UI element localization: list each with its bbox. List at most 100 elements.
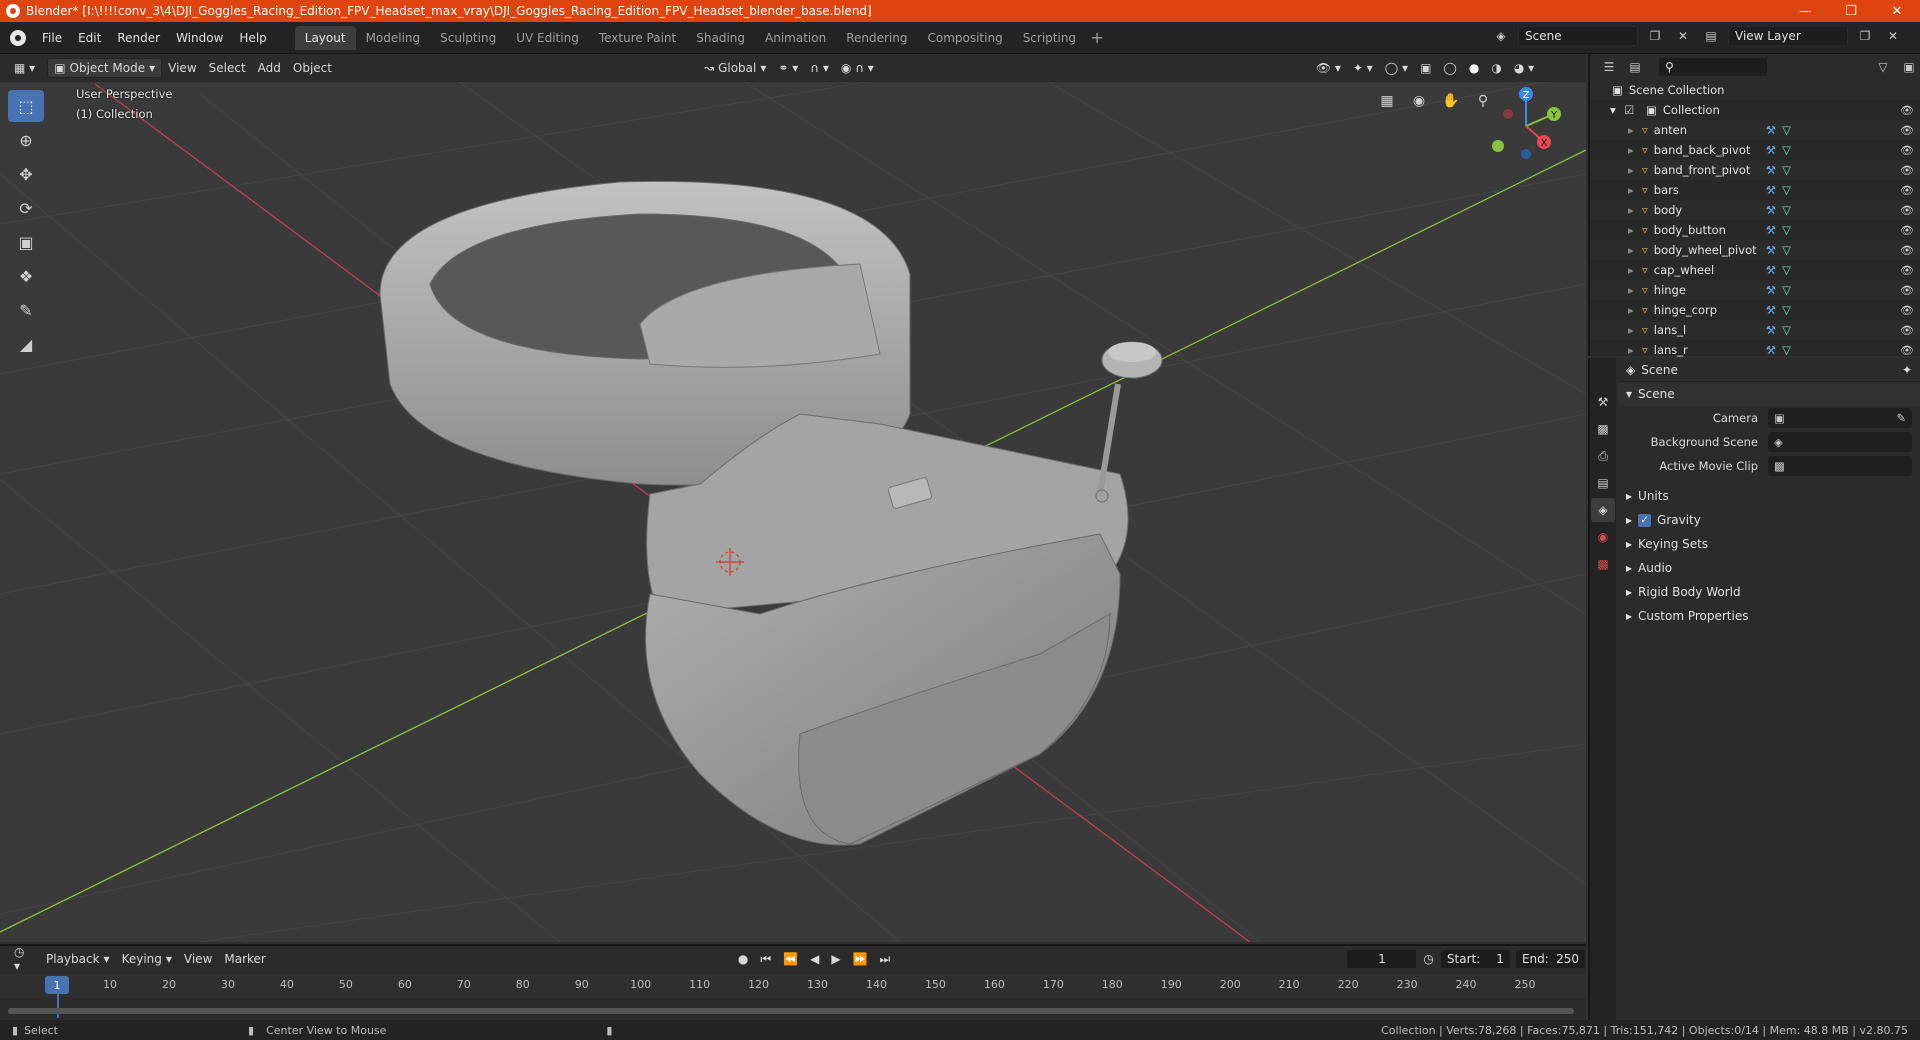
custom-properties-panel-header[interactable]: ▸ Custom Properties xyxy=(1618,604,1920,628)
snap-icon[interactable]: ∩ ▾ xyxy=(804,58,835,78)
start-frame-field[interactable]: Start: 1 xyxy=(1439,949,1511,969)
add-workspace-icon[interactable]: + xyxy=(1086,26,1108,50)
modifier-icon[interactable]: ⚒ xyxy=(1766,343,1776,357)
tool-tab-icon[interactable]: ⚒ xyxy=(1591,390,1615,414)
display-mode-icon[interactable]: ▤ xyxy=(1624,57,1646,77)
timeline-scrollbar[interactable] xyxy=(8,1008,1574,1014)
play-icon[interactable]: ▶ xyxy=(825,949,846,969)
restore-icon[interactable]: ❐ xyxy=(1828,0,1874,22)
material-shading-icon[interactable]: ◑ xyxy=(1485,58,1507,78)
viewport-menu-object[interactable]: Object xyxy=(287,58,338,78)
3d-viewport[interactable]: ▦ ▾ ▣ Object Mode ▾ View Select Add Objec… xyxy=(0,54,1586,942)
eye-icon[interactable]: 👁 xyxy=(1900,164,1914,177)
goggles-model[interactable] xyxy=(379,180,1163,846)
units-panel-header[interactable]: ▸ Units xyxy=(1618,484,1920,508)
delete-scene-icon[interactable]: ✕ xyxy=(1672,26,1694,46)
expand-arrow-icon[interactable]: ▸ xyxy=(1628,323,1642,337)
gravity-checkbox[interactable]: ✓ xyxy=(1638,513,1652,527)
texture-tab-icon[interactable]: ▩ xyxy=(1591,552,1615,576)
end-frame-field[interactable]: End: 250 xyxy=(1514,949,1586,969)
outliner-object-row[interactable]: ▸ ▿ bars ⚒ ▽ 👁 xyxy=(1590,180,1920,200)
mesh-data-icon[interactable]: ▽ xyxy=(1782,123,1791,137)
outliner-object-row[interactable]: ▸ ▿ hinge ⚒ ▽ 👁 xyxy=(1590,280,1920,300)
modifier-icon[interactable]: ⚒ xyxy=(1766,203,1776,217)
new-collection-icon[interactable]: ▣ xyxy=(1898,57,1920,77)
outliner-object-row[interactable]: ▸ ▿ anten ⚒ ▽ 👁 xyxy=(1590,120,1920,140)
eye-icon[interactable]: 👁 xyxy=(1900,204,1914,217)
output-tab-icon[interactable]: ⎙ xyxy=(1591,444,1615,468)
pivot-point-icon[interactable]: ⚭ ▾ xyxy=(772,58,804,78)
playhead-line[interactable] xyxy=(57,994,59,1018)
modifier-icon[interactable]: ⚒ xyxy=(1766,323,1776,337)
eye-icon[interactable]: 👁 xyxy=(1900,244,1914,257)
mesh-data-icon[interactable]: ▽ xyxy=(1782,303,1791,317)
eye-icon[interactable]: 👁 xyxy=(1900,304,1914,317)
checkbox-icon[interactable]: ☑ xyxy=(1624,103,1640,117)
view-layer-icon[interactable]: ▤ xyxy=(1700,26,1722,46)
scene-icon[interactable]: ◈ xyxy=(1490,26,1512,46)
expand-arrow-icon[interactable]: ▸ xyxy=(1628,243,1642,257)
expand-arrow-icon[interactable]: ▸ xyxy=(1628,183,1642,197)
expand-arrow-icon[interactable]: ▸ xyxy=(1628,203,1642,217)
modifier-icon[interactable]: ⚒ xyxy=(1766,223,1776,237)
annotate-tool-icon[interactable]: ✎ xyxy=(8,294,44,326)
record-icon[interactable]: ● xyxy=(732,949,754,969)
outliner-object-row[interactable]: ▸ ▿ lans_r ⚒ ▽ 👁 xyxy=(1590,340,1920,360)
eye-icon[interactable]: 👁 xyxy=(1900,224,1914,237)
tab-shading[interactable]: Shading xyxy=(686,26,755,50)
wireframe-shading-icon[interactable]: ◯ xyxy=(1437,58,1462,78)
viewport-menu-add[interactable]: Add xyxy=(252,58,287,78)
jump-start-icon[interactable]: ⏮ xyxy=(754,949,777,969)
timeline-editor-type-icon[interactable]: ◷ ▾ xyxy=(8,945,40,973)
timeline-menu-playback[interactable]: Playback ▾ xyxy=(40,949,116,969)
mesh-data-icon[interactable]: ▽ xyxy=(1782,263,1791,277)
navigation-gizmo[interactable]: Z Y X xyxy=(1486,84,1566,164)
eye-icon[interactable]: 👁 xyxy=(1900,144,1914,157)
scene-collection-row[interactable]: ▣ Scene Collection xyxy=(1590,80,1920,100)
modifier-icon[interactable]: ⚒ xyxy=(1766,263,1776,277)
menu-edit[interactable]: Edit xyxy=(70,27,109,49)
outliner-object-row[interactable]: ▸ ▿ hinge_corp ⚒ ▽ 👁 xyxy=(1590,300,1920,320)
modifier-icon[interactable]: ⚒ xyxy=(1766,123,1776,137)
viewport-menu-select[interactable]: Select xyxy=(203,58,252,78)
view-layer-tab-icon[interactable]: ▤ xyxy=(1591,471,1615,495)
blender-menu-icon[interactable] xyxy=(10,29,26,46)
modifier-icon[interactable]: ⚒ xyxy=(1766,183,1776,197)
eye-icon[interactable]: 👁 xyxy=(1900,324,1914,337)
view-layer-field[interactable]: View Layer xyxy=(1728,26,1848,46)
timeline-menu-view[interactable]: View xyxy=(178,949,218,969)
expand-arrow-icon[interactable]: ▸ xyxy=(1628,283,1642,297)
eyedropper-icon[interactable]: ✎ xyxy=(1896,411,1906,425)
transform-orientation[interactable]: ↝ Global ▾ xyxy=(698,58,772,78)
scale-tool-icon[interactable]: ▣ xyxy=(8,226,44,258)
filter-icon[interactable]: ▽ xyxy=(1872,57,1894,77)
outliner-object-row[interactable]: ▸ ▿ body_button ⚒ ▽ 👁 xyxy=(1590,220,1920,240)
expand-arrow-icon[interactable]: ▸ xyxy=(1628,123,1642,137)
play-reverse-icon[interactable]: ◀ xyxy=(804,949,825,969)
current-frame-field[interactable]: 1 xyxy=(1346,949,1418,969)
scene-field[interactable]: Scene xyxy=(1518,26,1638,46)
mesh-data-icon[interactable]: ▽ xyxy=(1782,243,1791,257)
mesh-data-icon[interactable]: ▽ xyxy=(1782,223,1791,237)
mesh-data-icon[interactable]: ▽ xyxy=(1782,143,1791,157)
pin-icon[interactable]: ✦ xyxy=(1902,363,1912,377)
close-icon[interactable]: ✕ xyxy=(1874,0,1920,22)
expand-arrow-icon[interactable]: ▸ xyxy=(1628,223,1642,237)
viewport-menu-view[interactable]: View xyxy=(162,58,202,78)
rendered-shading-icon[interactable]: ◕ ▾ xyxy=(1508,58,1540,78)
camera-view-icon[interactable]: ◉ xyxy=(1406,88,1432,114)
mesh-data-icon[interactable]: ▽ xyxy=(1782,343,1791,357)
gravity-panel-header[interactable]: ▸ ✓ Gravity xyxy=(1618,508,1920,532)
tab-uv-editing[interactable]: UV Editing xyxy=(506,26,589,50)
camera-field[interactable]: ▣ ✎ xyxy=(1768,408,1912,428)
current-frame-marker[interactable]: 1 xyxy=(45,976,69,994)
new-view-layer-icon[interactable]: ❐ xyxy=(1854,26,1876,46)
background-scene-field[interactable]: ◈ xyxy=(1768,432,1912,452)
mesh-data-icon[interactable]: ▽ xyxy=(1782,323,1791,337)
timeline-menu-keying[interactable]: Keying ▾ xyxy=(116,949,178,969)
tab-compositing[interactable]: Compositing xyxy=(917,26,1012,50)
cursor-tool-icon[interactable]: ⊕ xyxy=(8,124,44,156)
modifier-icon[interactable]: ⚒ xyxy=(1766,163,1776,177)
mesh-data-icon[interactable]: ▽ xyxy=(1782,183,1791,197)
select-box-tool-icon[interactable]: ⬚ xyxy=(8,90,44,122)
